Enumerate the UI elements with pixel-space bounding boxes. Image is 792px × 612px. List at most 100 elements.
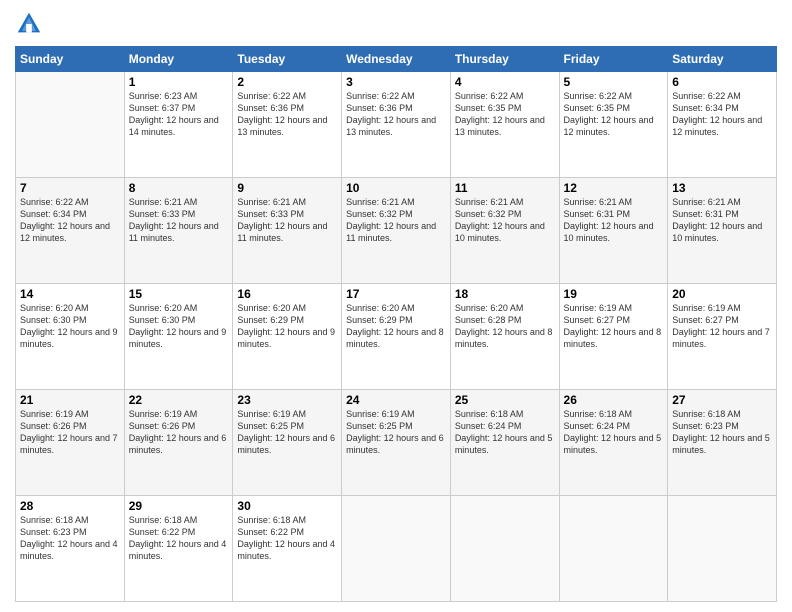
day-info: Sunrise: 6:18 AM Sunset: 6:23 PM Dayligh… <box>672 408 772 457</box>
day-info: Sunrise: 6:18 AM Sunset: 6:22 PM Dayligh… <box>129 514 229 563</box>
day-number: 21 <box>20 393 120 407</box>
calendar-cell: 13Sunrise: 6:21 AM Sunset: 6:31 PM Dayli… <box>668 178 777 284</box>
week-row-1: 1Sunrise: 6:23 AM Sunset: 6:37 PM Daylig… <box>16 72 777 178</box>
calendar-cell: 23Sunrise: 6:19 AM Sunset: 6:25 PM Dayli… <box>233 390 342 496</box>
calendar-cell: 2Sunrise: 6:22 AM Sunset: 6:36 PM Daylig… <box>233 72 342 178</box>
day-info: Sunrise: 6:22 AM Sunset: 6:36 PM Dayligh… <box>237 90 337 139</box>
day-info: Sunrise: 6:22 AM Sunset: 6:35 PM Dayligh… <box>564 90 664 139</box>
day-info: Sunrise: 6:18 AM Sunset: 6:24 PM Dayligh… <box>455 408 555 457</box>
day-number: 14 <box>20 287 120 301</box>
logo <box>15 10 47 38</box>
day-number: 11 <box>455 181 555 195</box>
day-info: Sunrise: 6:20 AM Sunset: 6:29 PM Dayligh… <box>237 302 337 351</box>
day-info: Sunrise: 6:22 AM Sunset: 6:35 PM Dayligh… <box>455 90 555 139</box>
calendar-cell: 16Sunrise: 6:20 AM Sunset: 6:29 PM Dayli… <box>233 284 342 390</box>
day-info: Sunrise: 6:22 AM Sunset: 6:34 PM Dayligh… <box>672 90 772 139</box>
day-info: Sunrise: 6:19 AM Sunset: 6:25 PM Dayligh… <box>237 408 337 457</box>
day-number: 2 <box>237 75 337 89</box>
calendar-cell: 4Sunrise: 6:22 AM Sunset: 6:35 PM Daylig… <box>450 72 559 178</box>
day-number: 24 <box>346 393 446 407</box>
calendar-cell: 21Sunrise: 6:19 AM Sunset: 6:26 PM Dayli… <box>16 390 125 496</box>
calendar-cell <box>342 496 451 602</box>
day-number: 1 <box>129 75 229 89</box>
calendar-cell <box>559 496 668 602</box>
day-number: 10 <box>346 181 446 195</box>
day-number: 4 <box>455 75 555 89</box>
calendar-cell: 14Sunrise: 6:20 AM Sunset: 6:30 PM Dayli… <box>16 284 125 390</box>
calendar-cell: 18Sunrise: 6:20 AM Sunset: 6:28 PM Dayli… <box>450 284 559 390</box>
weekday-header-row: SundayMondayTuesdayWednesdayThursdayFrid… <box>16 47 777 72</box>
day-number: 29 <box>129 499 229 513</box>
calendar-cell: 6Sunrise: 6:22 AM Sunset: 6:34 PM Daylig… <box>668 72 777 178</box>
day-info: Sunrise: 6:21 AM Sunset: 6:31 PM Dayligh… <box>672 196 772 245</box>
day-number: 12 <box>564 181 664 195</box>
day-number: 25 <box>455 393 555 407</box>
day-info: Sunrise: 6:21 AM Sunset: 6:33 PM Dayligh… <box>129 196 229 245</box>
week-row-3: 14Sunrise: 6:20 AM Sunset: 6:30 PM Dayli… <box>16 284 777 390</box>
calendar-cell <box>668 496 777 602</box>
day-number: 9 <box>237 181 337 195</box>
day-number: 30 <box>237 499 337 513</box>
day-info: Sunrise: 6:19 AM Sunset: 6:27 PM Dayligh… <box>564 302 664 351</box>
calendar-cell: 24Sunrise: 6:19 AM Sunset: 6:25 PM Dayli… <box>342 390 451 496</box>
day-info: Sunrise: 6:19 AM Sunset: 6:27 PM Dayligh… <box>672 302 772 351</box>
calendar-cell: 19Sunrise: 6:19 AM Sunset: 6:27 PM Dayli… <box>559 284 668 390</box>
calendar-cell: 3Sunrise: 6:22 AM Sunset: 6:36 PM Daylig… <box>342 72 451 178</box>
week-row-5: 28Sunrise: 6:18 AM Sunset: 6:23 PM Dayli… <box>16 496 777 602</box>
calendar-cell: 12Sunrise: 6:21 AM Sunset: 6:31 PM Dayli… <box>559 178 668 284</box>
day-info: Sunrise: 6:20 AM Sunset: 6:30 PM Dayligh… <box>129 302 229 351</box>
week-row-4: 21 Sunrise: 6:19 AM Sunset: 6:26 PM Dayli… <box>16 390 777 496</box>
day-info: Sunrise: 6:19 AM Sunset: 6:26 PM Dayligh… <box>129 408 229 457</box>
day-info: Sunrise: 6:23 AM Sunset: 6:37 PM Dayligh… <box>129 90 229 139</box>
calendar-cell: 15Sunrise: 6:20 AM Sunset: 6:30 PM Dayli… <box>124 284 233 390</box>
weekday-header-thursday: Thursday <box>450 47 559 72</box>
day-number: 6 <box>672 75 772 89</box>
day-number: 26 <box>564 393 664 407</box>
day-number: 17 <box>346 287 446 301</box>
day-info: Sunrise: 6:22 AM Sunset: 6:34 PM Dayligh… <box>20 196 120 245</box>
day-info: Sunrise: 6:21 AM Sunset: 6:33 PM Dayligh… <box>237 196 337 245</box>
calendar-cell <box>450 496 559 602</box>
day-number: 5 <box>564 75 664 89</box>
week-row-2: 7Sunrise: 6:22 AM Sunset: 6:34 PM Daylig… <box>16 178 777 284</box>
calendar-cell: 5Sunrise: 6:22 AM Sunset: 6:35 PM Daylig… <box>559 72 668 178</box>
calendar-cell: 29Sunrise: 6:18 AM Sunset: 6:22 PM Dayli… <box>124 496 233 602</box>
day-info: Sunrise: 6:19 AM Sunset: 6:25 PM Dayligh… <box>346 408 446 457</box>
weekday-header-monday: Monday <box>124 47 233 72</box>
header <box>15 10 777 38</box>
calendar-cell: 1Sunrise: 6:23 AM Sunset: 6:37 PM Daylig… <box>124 72 233 178</box>
day-number: 20 <box>672 287 772 301</box>
day-number: 18 <box>455 287 555 301</box>
calendar-cell: 26Sunrise: 6:18 AM Sunset: 6:24 PM Dayli… <box>559 390 668 496</box>
weekday-header-wednesday: Wednesday <box>342 47 451 72</box>
day-info: Sunrise: 6:18 AM Sunset: 6:22 PM Dayligh… <box>237 514 337 563</box>
day-info: Sunrise: 6:20 AM Sunset: 6:29 PM Dayligh… <box>346 302 446 351</box>
logo-icon <box>15 10 43 38</box>
calendar-cell: 25Sunrise: 6:18 AM Sunset: 6:24 PM Dayli… <box>450 390 559 496</box>
day-number: 8 <box>129 181 229 195</box>
day-number: 3 <box>346 75 446 89</box>
calendar-cell <box>16 72 125 178</box>
day-info: Sunrise: 6:18 AM Sunset: 6:23 PM Dayligh… <box>20 514 120 563</box>
calendar-cell: 9Sunrise: 6:21 AM Sunset: 6:33 PM Daylig… <box>233 178 342 284</box>
weekday-header-tuesday: Tuesday <box>233 47 342 72</box>
day-info: Sunrise: 6:20 AM Sunset: 6:30 PM Dayligh… <box>20 302 120 351</box>
weekday-header-saturday: Saturday <box>668 47 777 72</box>
calendar-cell: 17Sunrise: 6:20 AM Sunset: 6:29 PM Dayli… <box>342 284 451 390</box>
day-info: Sunrise: 6:21 AM Sunset: 6:31 PM Dayligh… <box>564 196 664 245</box>
day-number: 7 <box>20 181 120 195</box>
calendar-cell: 10Sunrise: 6:21 AM Sunset: 6:32 PM Dayli… <box>342 178 451 284</box>
day-number: 13 <box>672 181 772 195</box>
day-number: 19 <box>564 287 664 301</box>
day-info: Sunrise: 6:21 AM Sunset: 6:32 PM Dayligh… <box>346 196 446 245</box>
day-number: 15 <box>129 287 229 301</box>
weekday-header-friday: Friday <box>559 47 668 72</box>
calendar-cell: 20Sunrise: 6:19 AM Sunset: 6:27 PM Dayli… <box>668 284 777 390</box>
day-number: 28 <box>20 499 120 513</box>
day-info: Sunrise: 6:22 AM Sunset: 6:36 PM Dayligh… <box>346 90 446 139</box>
calendar-cell: 27Sunrise: 6:18 AM Sunset: 6:23 PM Dayli… <box>668 390 777 496</box>
day-info: Sunrise: 6:21 AM Sunset: 6:32 PM Dayligh… <box>455 196 555 245</box>
calendar-cell: 30Sunrise: 6:18 AM Sunset: 6:22 PM Dayli… <box>233 496 342 602</box>
calendar-cell: 8Sunrise: 6:21 AM Sunset: 6:33 PM Daylig… <box>124 178 233 284</box>
day-number: 16 <box>237 287 337 301</box>
